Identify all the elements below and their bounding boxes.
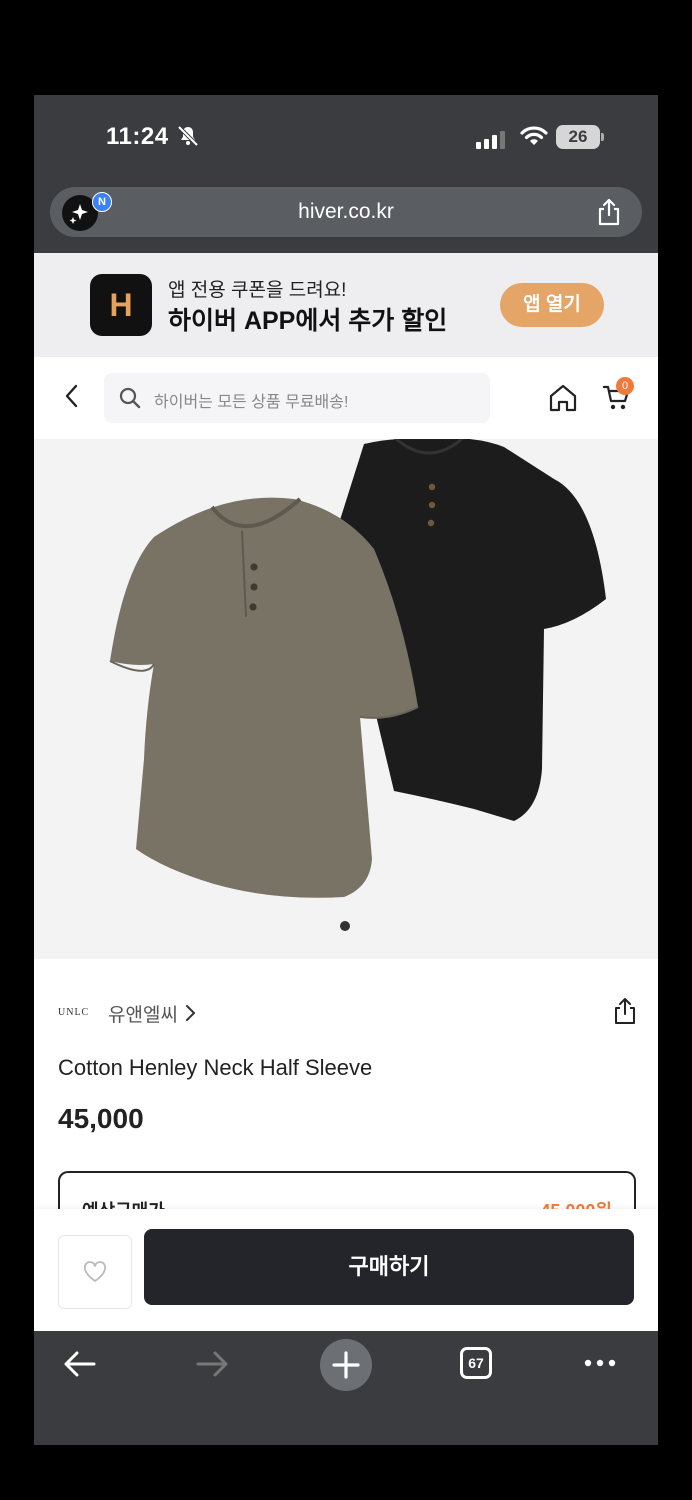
search-input[interactable]: 하이버는 모든 상품 무료배송! [104,373,490,423]
battery-indicator: 26 [556,125,600,149]
back-arrow-icon[interactable] [62,1347,98,1386]
product-share-icon[interactable] [612,997,638,1030]
product-image[interactable] [34,439,658,959]
cart-count-badge: 0 [616,377,634,395]
hiver-app-logo: H [90,274,152,336]
cellular-signal-icon [476,131,508,154]
brand-name-link[interactable]: 유앤엘씨 [108,1000,178,1027]
status-time: 11:24 [106,123,169,150]
browser-toolbar: 67 [34,1331,658,1445]
home-icon[interactable] [548,383,578,418]
banner-subtitle: 앱 전용 쿠폰을 드려요! [168,280,347,301]
battery-tip [601,133,604,141]
app-install-banner: H 앱 전용 쿠폰을 드려요! 하이버 APP에서 추가 할인 앱 열기 [34,253,658,357]
url-text[interactable]: hiver.co.kr [50,200,642,224]
product-price: 45,000 [58,1103,144,1134]
wifi-icon [520,125,548,152]
banner-title: 하이버 APP에서 추가 할인 [168,307,448,335]
more-menu-icon[interactable] [582,1351,618,1380]
address-bar[interactable]: N hiver.co.kr [50,187,642,237]
status-bar: 11:24 26 [34,95,658,183]
search-placeholder: 하이버는 모든 상품 무료배송! [154,394,349,411]
back-arrow-icon[interactable] [62,383,82,414]
product-page: 하이버는 모든 상품 무료배송! 0 UNLC 유앤엘씨 Cotton Henl… [34,357,658,1331]
chevron-right-icon[interactable] [184,1003,196,1028]
open-app-button[interactable]: 앱 열기 [500,283,604,327]
plus-icon [332,1351,360,1379]
carousel-indicator[interactable] [340,921,350,931]
new-tab-button[interactable] [320,1339,372,1391]
bell-muted-icon [176,125,200,152]
tabs-button[interactable]: 67 [460,1347,492,1379]
brand-row: UNLC 유앤엘씨 [58,993,638,1033]
share-icon[interactable] [596,198,622,231]
search-icon [118,386,142,415]
wishlist-button[interactable] [58,1235,132,1309]
buy-button[interactable]: 구매하기 [144,1229,634,1305]
site-header: 하이버는 모든 상품 무료배송! 0 [34,357,658,439]
brand-logo[interactable]: UNLC [58,999,100,1027]
product-image-tshirts [109,439,606,898]
purchase-bar: 구매하기 [34,1209,658,1331]
forward-arrow-icon[interactable] [194,1347,230,1386]
product-title: Cotton Henley Neck Half Sleeve [58,1055,373,1080]
heart-icon [84,1261,106,1282]
phone-screen: 11:24 26 N hiver.co.kr H 앱 전용 쿠폰을 드려요! 하… [34,95,658,1445]
